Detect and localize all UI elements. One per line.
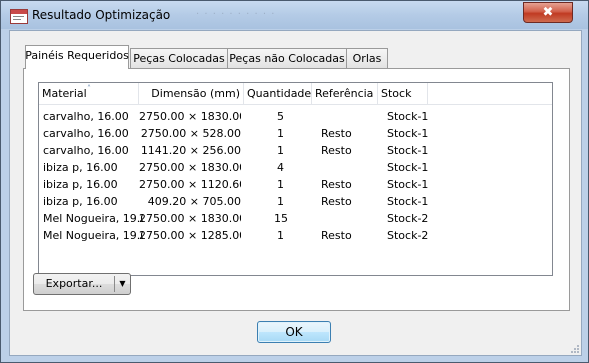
dialog-client-area: Painéis Requeridos Peças Colocadas Peças… <box>9 30 582 356</box>
column-header-quantidade[interactable]: Quantidade <box>244 83 312 104</box>
cell-material: ibiza p, 16.00 <box>43 195 118 208</box>
cell-quantidade: 5 <box>277 110 284 123</box>
tab-label: Orlas <box>352 52 382 65</box>
cell-quantidade: 1 <box>277 195 284 208</box>
cell-referencia <box>321 108 376 125</box>
cell-referencia <box>321 210 376 227</box>
cell-material: carvalho, 16.00 <box>43 127 129 140</box>
table-row[interactable]: ibiza p, 16.00 2750.00 × 1830.00 4 Stock… <box>39 159 552 176</box>
cell-stock: Stock-2 <box>387 212 429 225</box>
column-header-dimensao[interactable]: Dimensão (mm) <box>139 83 244 104</box>
ok-button[interactable]: OK <box>257 321 331 343</box>
cell-quantidade: 15 <box>274 212 288 225</box>
cell-stock: Stock-2 <box>387 229 429 242</box>
cell-dimensao: 2750.00 × 528.00 <box>140 127 241 140</box>
cell-referencia: Resto <box>321 195 352 208</box>
cell-stock: Stock-1 <box>387 144 429 157</box>
table-row[interactable]: ibiza p, 16.00 2750.00 × 1120.60 1 Resto… <box>39 176 552 193</box>
cell-stock: Stock-1 <box>387 127 429 140</box>
cell-dimensao: 2750.00 × 1285.00 <box>139 229 241 242</box>
cell-dimensao: 2750.00 × 1830.00 <box>139 161 241 174</box>
column-header-material[interactable]: Material ˄ <box>39 83 139 104</box>
table-row[interactable]: Mel Nogueira, 19.00 2750.00 × 1285.00 1 … <box>39 227 552 244</box>
title-bar-ghost-text: · · · · · · · · · · <box>196 9 276 20</box>
table-row[interactable]: carvalho, 16.00 2750.00 × 528.00 1 Resto… <box>39 125 552 142</box>
cell-stock: Stock-1 <box>387 195 429 208</box>
cell-stock: Stock-1 <box>387 178 429 191</box>
ok-button-label: OK <box>285 325 303 339</box>
export-split-button[interactable]: Exportar... ▼ <box>33 273 131 295</box>
close-icon: ✖ <box>542 5 554 20</box>
cell-stock: Stock-1 <box>387 161 429 174</box>
tab-pecas-colocadas[interactable]: Peças Colocadas <box>130 48 228 68</box>
cell-referencia: Resto <box>321 229 352 242</box>
cell-material: ibiza p, 16.00 <box>43 178 118 191</box>
cell-referencia <box>321 159 376 176</box>
cell-quantidade: 1 <box>277 127 284 140</box>
close-button[interactable]: ✖ <box>523 2 573 23</box>
cell-quantidade: 1 <box>277 229 284 242</box>
cell-quantidade: 1 <box>277 178 284 191</box>
tab-label: Peças não Colocadas <box>229 52 345 65</box>
title-bar[interactable]: Resultado Optimização · · · · · · · · · … <box>1 1 588 29</box>
cell-quantidade: 1 <box>277 144 284 157</box>
window-title: Resultado Optimização <box>32 8 171 22</box>
tab-paineis-requeridos[interactable]: Painéis Requeridos <box>25 45 129 69</box>
column-header-stock[interactable]: Stock <box>378 83 428 104</box>
cell-material: carvalho, 16.00 <box>43 144 129 157</box>
resize-grip-icon[interactable] <box>570 344 580 354</box>
tab-label: Painéis Requeridos <box>25 49 129 62</box>
tab-label: Peças Colocadas <box>133 52 225 65</box>
cell-dimensao: 2750.00 × 1120.60 <box>139 178 241 191</box>
cell-dimensao: 2750.00 × 1830.00 <box>139 110 241 123</box>
panels-list-view[interactable]: Material ˄ Dimensão (mm) Quantidade Refe… <box>38 82 553 276</box>
cell-stock: Stock-1 <box>387 110 429 123</box>
column-header-referencia[interactable]: Referência <box>312 83 378 104</box>
dropdown-arrow-icon[interactable]: ▼ <box>116 274 129 294</box>
table-row[interactable]: ibiza p, 16.00 409.20 × 705.00 1 Resto S… <box>39 193 552 210</box>
cell-material: carvalho, 16.00 <box>43 110 129 123</box>
dialog-window: Resultado Optimização · · · · · · · · · … <box>0 0 589 363</box>
table-row[interactable]: Mel Nogueira, 19.00 2750.00 × 1830.00 15… <box>39 210 552 227</box>
cell-dimensao: 2750.00 × 1830.00 <box>139 212 241 225</box>
cell-referencia: Resto <box>321 127 352 140</box>
tab-pecas-nao-colocadas[interactable]: Peças não Colocadas <box>227 48 347 68</box>
list-header: Material ˄ Dimensão (mm) Quantidade Refe… <box>39 83 552 105</box>
table-row[interactable]: carvalho, 16.00 2750.00 × 1830.00 5 Stoc… <box>39 108 552 125</box>
app-window-icon <box>10 9 28 24</box>
cell-referencia: Resto <box>321 144 352 157</box>
cell-quantidade: 4 <box>277 161 284 174</box>
cell-dimensao: 1141.20 × 256.00 <box>140 144 241 157</box>
cell-referencia: Resto <box>321 178 352 191</box>
tab-orlas[interactable]: Orlas <box>346 48 388 68</box>
cell-material: Mel Nogueira, 19.00 <box>43 212 143 225</box>
sort-ascending-icon: ˄ <box>87 84 91 93</box>
split-button-divider <box>114 276 115 292</box>
cell-material: ibiza p, 16.00 <box>43 161 118 174</box>
table-row[interactable]: carvalho, 16.00 1141.20 × 256.00 1 Resto… <box>39 142 552 159</box>
cell-dimensao: 409.20 × 705.00 <box>147 195 241 208</box>
export-button-label[interactable]: Exportar... <box>34 274 114 294</box>
cell-material: Mel Nogueira, 19.00 <box>43 229 143 242</box>
